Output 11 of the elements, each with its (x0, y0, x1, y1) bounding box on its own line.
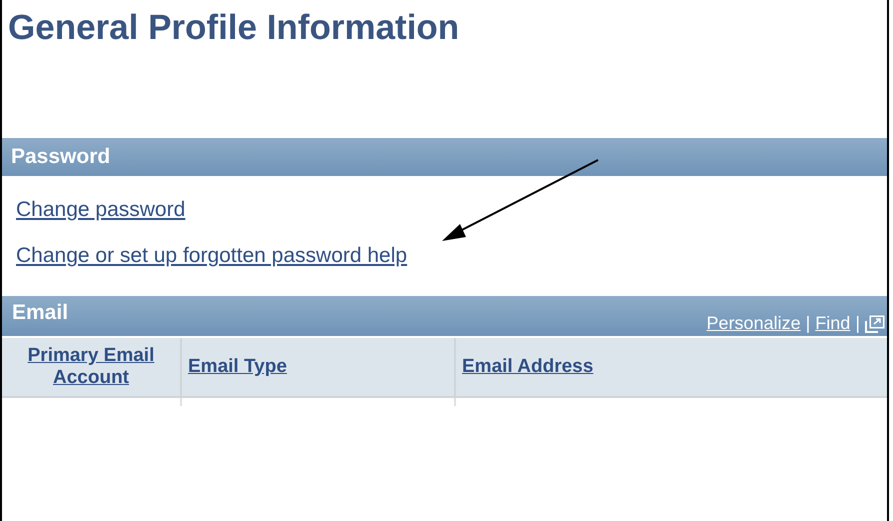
section-title: Password (11, 145, 110, 169)
column-sort-link[interactable]: Email Address (462, 356, 594, 378)
link[interactable]: Change password (16, 198, 186, 222)
link[interactable]: Change or set up forgotten password help (16, 244, 408, 268)
separator: | (806, 313, 810, 334)
page-title: General Profile Information (7, 7, 460, 49)
separator: | (855, 313, 860, 334)
new-window-icon[interactable] (865, 314, 885, 332)
column-sort-link[interactable]: Primary Email Account (2, 345, 180, 389)
section-title: Email (12, 301, 68, 325)
column-sort-link[interactable]: Email Type (188, 356, 287, 378)
